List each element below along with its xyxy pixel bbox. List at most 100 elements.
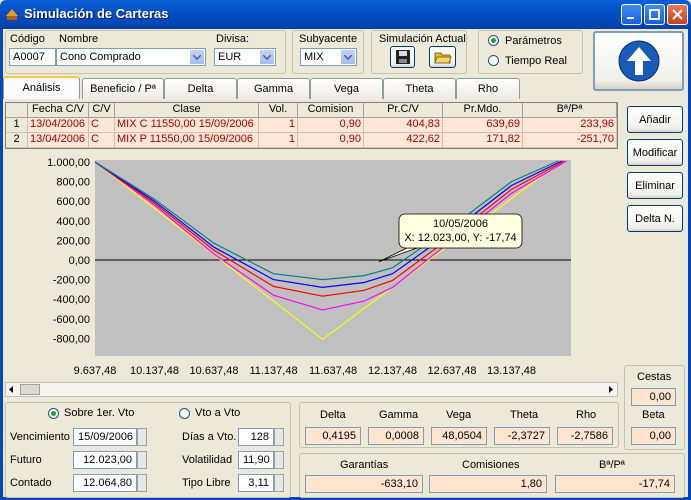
tipo-libre-label: Tipo Libre (182, 477, 231, 489)
comisiones-value[interactable]: 1,80 (429, 475, 547, 493)
tab-gamma[interactable]: Gamma (237, 78, 310, 99)
dias-field[interactable]: 128 (238, 428, 274, 446)
grid-cell[interactable]: 233,96 (523, 118, 617, 133)
grid-cell[interactable]: 0,90 (298, 133, 364, 148)
dias-spin[interactable] (274, 428, 284, 446)
vega-value[interactable]: 48,0504 (431, 427, 487, 445)
tab-vega[interactable]: Vega (310, 78, 383, 99)
divisa-combo[interactable]: EUR (214, 48, 276, 66)
theta-value[interactable]: -2,3727 (494, 427, 550, 445)
delta-label: Delta (320, 409, 346, 421)
title-bar[interactable]: Simulación de Carteras (0, 0, 691, 29)
rho-value[interactable]: -2,7586 (557, 427, 613, 445)
sobre-1er-vto-radio[interactable] (48, 408, 59, 419)
volatilidad-field[interactable]: 11,90 (238, 451, 274, 469)
y-tick-label: 600,00 (56, 196, 90, 208)
codigo-field[interactable]: A0007 (9, 48, 56, 66)
grid-cell[interactable]: 1 (259, 118, 298, 133)
scroll-left-icon[interactable] (7, 385, 16, 394)
grid-cell[interactable]: MIX C 11550,00 15/09/2006 (115, 118, 259, 133)
minimize-button[interactable] (621, 4, 642, 25)
futuro-field[interactable]: 12.023,00 (73, 451, 137, 469)
beta-value[interactable]: 0,00 (631, 427, 676, 445)
tiempo-real-radio[interactable] (488, 55, 499, 66)
nombre-combo[interactable]: Cono Comprado (56, 48, 206, 66)
grid-header[interactable]: Vol. (259, 103, 298, 118)
garantias-value[interactable]: -633,10 (305, 475, 423, 493)
vto-a-vto-label: Vto a Vto (195, 407, 241, 419)
open-folder-button[interactable] (429, 46, 456, 68)
vto-a-vto-radio[interactable] (179, 408, 190, 419)
tab-theta[interactable]: Theta (383, 78, 456, 99)
subyacente-dropdown-button[interactable] (340, 49, 356, 65)
vega-label: Vega (446, 409, 472, 421)
floppy-disk-icon (395, 50, 410, 64)
tab-analisis[interactable]: Análisis (3, 76, 80, 99)
tipo-libre-field[interactable]: 3,11 (238, 474, 274, 492)
maximize-icon (649, 9, 660, 20)
grid-header[interactable]: Comision (298, 103, 364, 118)
grid-header[interactable]: Clase (115, 103, 259, 118)
chevron-down-icon (193, 54, 201, 60)
cestas-value[interactable]: 0,00 (631, 388, 676, 406)
grid-cell[interactable]: C (89, 118, 115, 133)
grid-header[interactable]: Fecha C/V (28, 103, 89, 118)
contado-spin[interactable] (137, 474, 147, 492)
tab-beneficio[interactable]: Beneficio / Pª (82, 78, 164, 99)
scroll-thumb[interactable] (20, 384, 40, 395)
grid-header[interactable]: Pr.C/V (364, 103, 443, 118)
grid-cell[interactable]: 13/04/2006 (28, 133, 89, 148)
x-tick-label: 12.637,48 (428, 365, 477, 377)
grid-header[interactable]: Pr.Mdo. (443, 103, 523, 118)
row-number[interactable]: 1 (6, 118, 28, 133)
vencimiento-field[interactable]: 15/09/2006 (73, 428, 137, 446)
delta-value[interactable]: 0,4195 (305, 427, 361, 445)
payoff-chart[interactable]: 1.000,00 800,00 600,00 400,00 200,00 0,00 -200… (5, 152, 618, 382)
add-button[interactable]: Añadir (627, 106, 683, 133)
positions-grid[interactable]: Fecha C/V C/V Clase Vol. Comision Pr.C/V… (5, 102, 618, 149)
open-folder-icon (433, 52, 452, 64)
delta-n-button[interactable]: Delta N. (627, 205, 683, 232)
save-button[interactable] (390, 46, 415, 68)
grid-cell[interactable]: -251,70 (523, 133, 617, 148)
delete-button[interactable]: Eliminar (627, 172, 683, 199)
grid-header[interactable]: C/V (89, 103, 115, 118)
grid-cell[interactable]: 0,90 (298, 118, 364, 133)
beneficio-value[interactable]: -17,74 (555, 475, 675, 493)
grid-header[interactable]: Bª/Pª (523, 103, 617, 118)
chart-hscroll[interactable] (5, 382, 618, 397)
y-tick-label: -400,00 (53, 294, 90, 306)
grid-cell[interactable]: 422,62 (364, 133, 443, 148)
grid-cell[interactable]: 404,83 (364, 118, 443, 133)
nombre-label: Nombre (59, 33, 99, 45)
modify-button[interactable]: Modificar (627, 139, 683, 166)
subyacente-combo[interactable]: MIX (300, 48, 357, 66)
close-button[interactable] (667, 4, 688, 25)
grid-cell[interactable]: C (89, 133, 115, 148)
grid-cell[interactable]: 171,82 (443, 133, 523, 148)
subyacente-label: Subyacente (299, 33, 358, 45)
vencimiento-spin[interactable] (137, 428, 147, 446)
maximize-button[interactable] (644, 4, 665, 25)
execute-button[interactable] (593, 31, 684, 91)
codigo-label: Código (10, 33, 45, 45)
futuro-spin[interactable] (137, 451, 147, 469)
parametros-radio[interactable] (488, 35, 499, 46)
y-tick-label: 400,00 (56, 216, 90, 228)
x-tick-label: 11.137,48 (249, 365, 297, 377)
grid-cell[interactable]: 13/04/2006 (28, 118, 89, 133)
grid-cell[interactable]: 1 (259, 133, 298, 148)
nombre-dropdown-button[interactable] (189, 49, 205, 65)
row-number[interactable]: 2 (6, 133, 28, 148)
volatilidad-spin[interactable] (274, 451, 284, 469)
grid-cell[interactable]: MIX P 11550,00 15/09/2006 (115, 133, 259, 148)
divisa-label: Divisa: (216, 33, 250, 45)
gamma-value[interactable]: 0,0008 (368, 427, 424, 445)
tab-delta[interactable]: Delta (164, 78, 237, 99)
divisa-dropdown-button[interactable] (259, 49, 275, 65)
scroll-right-icon[interactable] (606, 385, 615, 394)
tab-rho[interactable]: Rho (456, 78, 520, 99)
tipo-libre-spin[interactable] (274, 474, 284, 492)
contado-field[interactable]: 12.064,80 (73, 474, 137, 492)
grid-cell[interactable]: 639,69 (443, 118, 523, 133)
